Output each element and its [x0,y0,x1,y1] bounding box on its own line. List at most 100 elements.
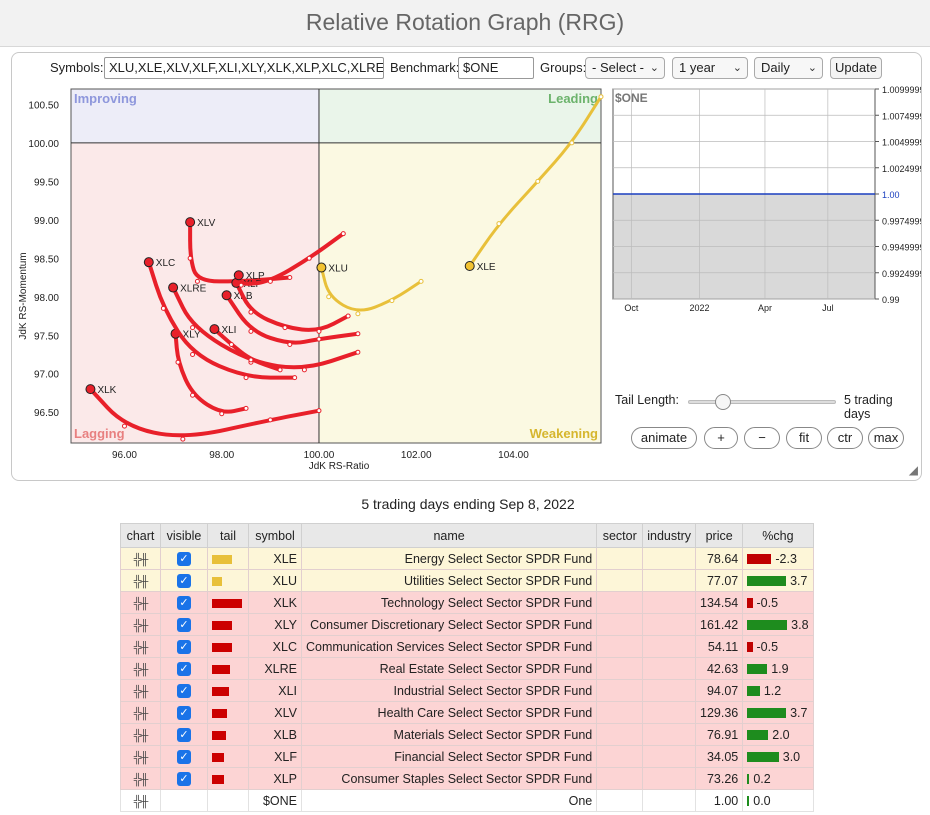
visible-cell[interactable]: ✓ [160,569,208,592]
candlestick-chart-icon[interactable]: ╬╫ [134,708,149,720]
visible-checkbox[interactable]: ✓ [177,640,191,654]
resize-handle-icon[interactable]: ◢ [909,463,918,477]
candlestick-chart-icon[interactable]: ╬╫ [134,620,149,632]
visible-checkbox[interactable]: ✓ [177,596,191,610]
visible-cell[interactable]: ✓ [160,679,208,702]
candlestick-chart-icon[interactable]: ╬╫ [134,752,149,764]
table-row[interactable]: ╬╫ ✓ XLF Financial Select Sector SPDR Fund 3… [120,745,814,768]
column-header-symbol[interactable]: symbol [248,523,302,548]
symbols-input[interactable]: XLU,XLE,XLV,XLF,XLI,XLY,XLK,XLP,XLC,XLRE… [104,57,384,79]
visible-checkbox[interactable]: ✓ [177,684,191,698]
benchmark-input[interactable]: $ONE [458,57,534,79]
candlestick-chart-icon[interactable]: ╬╫ [134,576,149,588]
sector-cell [596,767,644,790]
candlestick-chart-icon[interactable]: ╬╫ [134,730,149,742]
table-row[interactable]: ╬╫ $ONE One 1.00 0.0 [120,789,814,812]
tail-bar [212,642,232,652]
column-header-industry[interactable]: industry [642,523,697,548]
series-label-xlp: XLP [246,271,265,282]
chart-cell[interactable]: ╬╫ [120,701,161,724]
chart-cell[interactable]: ╬╫ [120,569,161,592]
sector-cell [596,591,644,614]
visible-cell[interactable]: ✓ [160,547,208,570]
table-row[interactable]: ╬╫ ✓ XLRE Real Estate Select Sector SPDR Fu… [120,657,814,680]
visible-cell[interactable]: ✓ [160,613,208,636]
visible-checkbox[interactable]: ✓ [177,772,191,786]
chart-cell[interactable]: ╬╫ [120,613,161,636]
table-row[interactable]: ╬╫ ✓ XLY Consumer Discretionary Select Sect… [120,613,814,636]
candlestick-chart-icon[interactable]: ╬╫ [134,664,149,676]
table-row[interactable]: ╬╫ ✓ XLC Communication Services Select Sect… [120,635,814,658]
tail-point-xly [190,392,196,398]
chart-cell[interactable]: ╬╫ [120,547,161,570]
max-button[interactable]: max [868,427,904,449]
candlestick-chart-icon[interactable]: ╬╫ [134,554,149,566]
quadrant-label-improving: Improving [74,91,137,106]
column-header-tail[interactable]: tail [207,523,249,548]
chart-cell[interactable]: ╬╫ [120,635,161,658]
tail-length-slider[interactable] [688,394,836,410]
tail-decrease-button[interactable]: − [744,427,780,449]
visible-cell[interactable]: ✓ [160,591,208,614]
visible-checkbox[interactable]: ✓ [177,618,191,632]
chart-cell[interactable]: ╬╫ [120,723,161,746]
quadrant-label-lagging: Lagging [74,426,125,441]
visible-cell[interactable]: ✓ [160,767,208,790]
table-row[interactable]: ╬╫ ✓ XLU Utilities Select Sector SPDR Fund 7… [120,569,814,592]
table-row[interactable]: ╬╫ ✓ XLB Materials Select Sector SPDR Fund 7… [120,723,814,746]
visible-checkbox[interactable]: ✓ [177,750,191,764]
mini-x-tick-label: Apr [758,303,772,313]
visible-cell[interactable]: ✓ [160,723,208,746]
pct-chg-bar [747,686,760,697]
visible-cell[interactable]: ✓ [160,745,208,768]
table-row[interactable]: ╬╫ ✓ XLV Health Care Select Sector SPDR Fun… [120,701,814,724]
visible-cell[interactable] [160,789,208,812]
column-header-sector[interactable]: sector [596,523,644,548]
fit-button[interactable]: fit [786,427,822,449]
name-cell: Energy Select Sector SPDR Fund [300,547,598,570]
table-row[interactable]: ╬╫ ✓ XLK Technology Select Sector SPDR Fund… [120,591,814,614]
chart-cell[interactable]: ╬╫ [120,591,161,614]
slider-handle[interactable] [714,394,731,410]
animate-button[interactable]: animate [631,427,697,449]
visible-checkbox[interactable]: ✓ [177,728,191,742]
pct-chg-value: 3.7 [790,705,808,720]
column-header-price[interactable]: price [695,523,744,548]
groups-select[interactable]: - Select - ⌄ [585,57,665,79]
pct-chg-bar [747,796,750,807]
chart-cell[interactable]: ╬╫ [120,679,161,702]
frequency-select[interactable]: Daily ⌄ [754,57,823,79]
period-select[interactable]: 1 year ⌄ [672,57,748,79]
chart-cell[interactable]: ╬╫ [120,745,161,768]
visible-checkbox[interactable]: ✓ [177,662,191,676]
column-header-chart[interactable]: chart [120,523,161,548]
visible-checkbox[interactable]: ✓ [177,574,191,588]
visible-cell[interactable]: ✓ [160,635,208,658]
table-row[interactable]: ╬╫ ✓ XLP Consumer Staples Select Sector SPD… [120,767,814,790]
x-tick-label: 102.00 [401,450,432,461]
candlestick-chart-icon[interactable]: ╬╫ [134,774,149,786]
visible-checkbox[interactable]: ✓ [177,706,191,720]
visible-cell[interactable]: ✓ [160,701,208,724]
column-header-pct-chg[interactable]: %chg [742,523,814,548]
candlestick-chart-icon[interactable]: ╬╫ [134,598,149,610]
candlestick-chart-icon[interactable]: ╬╫ [134,642,149,654]
tail-increase-button[interactable]: + [704,427,738,449]
column-header-visible[interactable]: visible [160,523,208,548]
tail-point-xlv [194,278,200,284]
chart-cell[interactable]: ╬╫ [120,767,161,790]
chart-cell[interactable]: ╬╫ [120,657,161,680]
center-button[interactable]: ctr [827,427,863,449]
candlestick-chart-icon[interactable]: ╬╫ [134,796,149,808]
mini-y-tick-label: 1.0099999 [882,85,921,95]
visible-cell[interactable]: ✓ [160,657,208,680]
tail-point-xle [598,94,604,100]
visible-checkbox[interactable]: ✓ [177,552,191,566]
column-header-name[interactable]: name [300,523,598,548]
update-button[interactable]: Update [830,57,882,79]
pct-chg-bar [747,708,787,719]
chart-cell[interactable]: ╬╫ [120,789,161,812]
table-row[interactable]: ╬╫ ✓ XLI Industrial Select Sector SPDR Fund… [120,679,814,702]
table-row[interactable]: ╬╫ ✓ XLE Energy Select Sector SPDR Fund 78.6… [120,547,814,570]
candlestick-chart-icon[interactable]: ╬╫ [134,686,149,698]
